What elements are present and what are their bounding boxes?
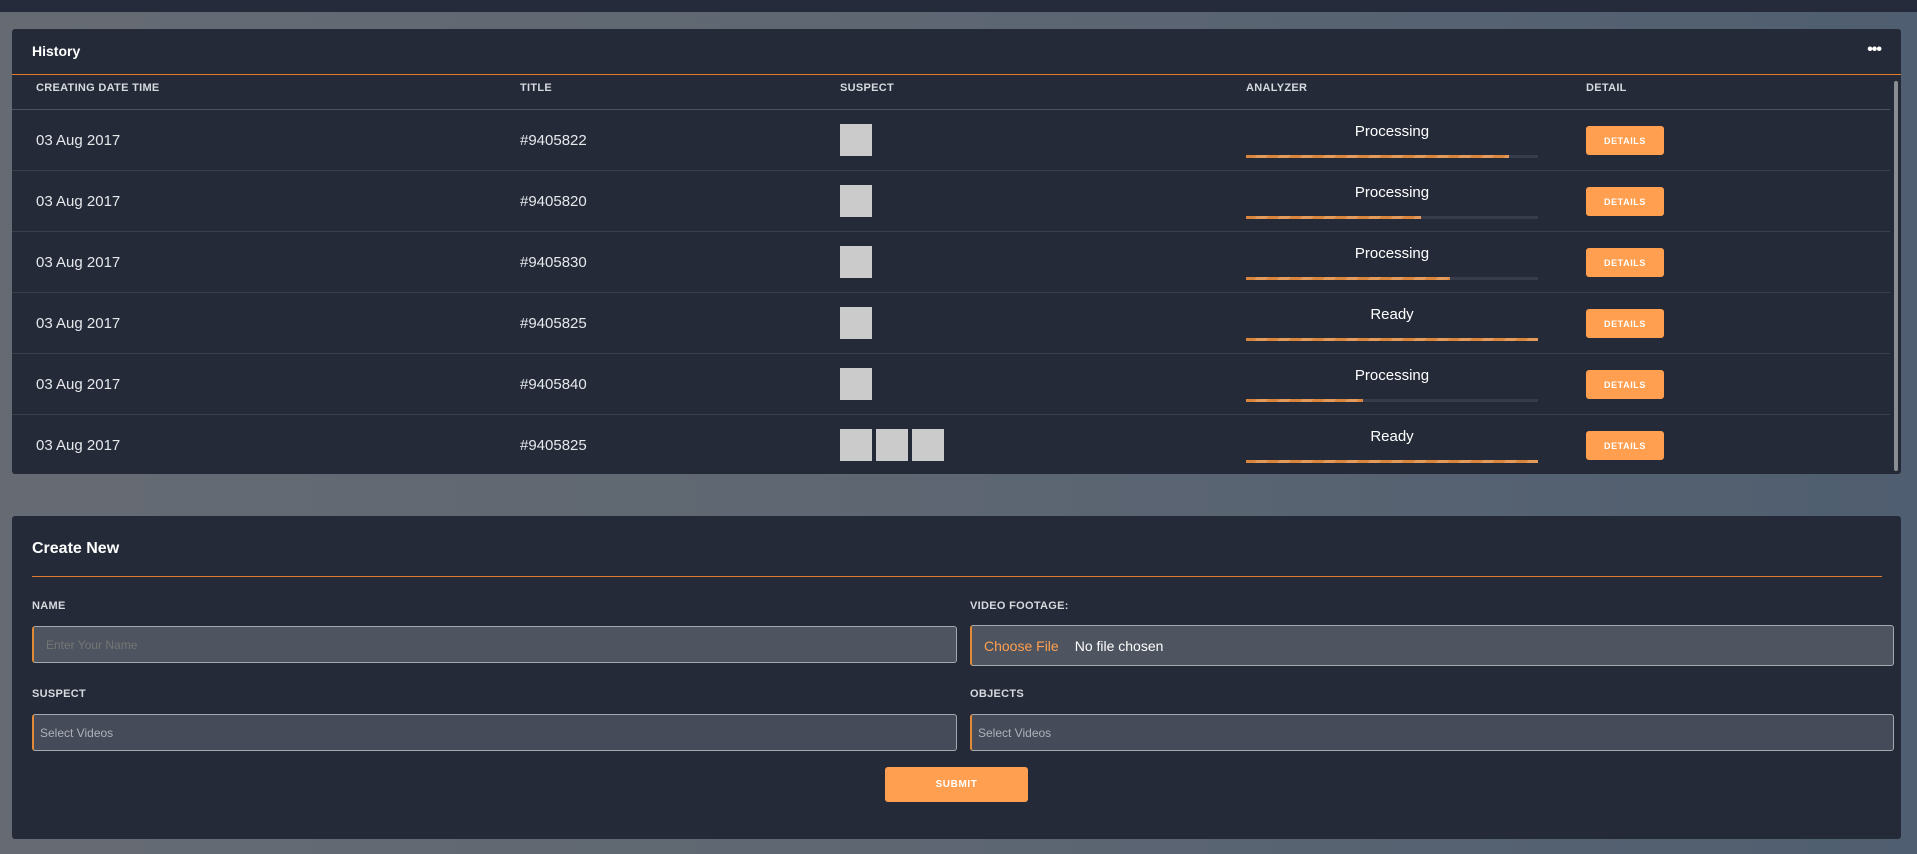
date-cell: 03 Aug 2017: [36, 193, 121, 210]
table-row: 03 Aug 2017 #9405822 Processing DETAILS: [12, 110, 1890, 171]
name-label: NAME: [32, 600, 66, 612]
name-input[interactable]: [32, 626, 957, 663]
choose-file-button[interactable]: Choose File: [984, 638, 1059, 654]
ellipsis-icon[interactable]: •••: [1867, 41, 1882, 59]
suspect-thumbnail[interactable]: [876, 429, 908, 461]
top-bar: [0, 0, 1917, 12]
history-card: History ••• CREATING DATE TIME TITLE SUS…: [12, 29, 1901, 474]
suspect-thumbnails: [840, 124, 872, 156]
suspect-thumbnail[interactable]: [840, 429, 872, 461]
table-row: 03 Aug 2017 #9405830 Processing DETAILS: [12, 232, 1890, 293]
title-cell: #9405840: [520, 376, 587, 393]
suspect-thumbnails: [840, 429, 944, 461]
progress-fill: [1246, 277, 1451, 280]
progress-bar: [1246, 216, 1538, 219]
table-row: 03 Aug 2017 #9405825 Ready DETAILS: [12, 415, 1890, 474]
progress-fill: [1246, 338, 1538, 341]
progress-bar: [1246, 277, 1538, 280]
objects-placeholder: Select Videos: [978, 725, 1052, 740]
progress-bar: [1246, 460, 1538, 463]
details-button[interactable]: DETAILS: [1586, 187, 1664, 216]
file-status: No file chosen: [1074, 637, 1164, 654]
col-suspect: SUSPECT: [840, 82, 895, 94]
suspect-label: SUSPECT: [32, 688, 87, 700]
analyzer-status: Processing: [1354, 123, 1430, 140]
suspect-thumbnail[interactable]: [840, 185, 872, 217]
date-cell: 03 Aug 2017: [36, 254, 121, 271]
progress-fill: [1246, 155, 1509, 158]
progress-fill: [1246, 460, 1538, 463]
suspect-thumbnails: [840, 307, 872, 339]
title-cell: #9405822: [520, 132, 587, 149]
suspect-thumbnail[interactable]: [912, 429, 944, 461]
date-cell: 03 Aug 2017: [36, 132, 121, 149]
create-new-card: Create New NAME VIDEO FOOTAGE: Choose Fi…: [12, 516, 1901, 839]
progress-fill: [1246, 399, 1363, 402]
objects-label: OBJECTS: [970, 688, 1025, 700]
details-button[interactable]: DETAILS: [1586, 431, 1664, 460]
scrollbar[interactable]: [1894, 81, 1898, 471]
objects-select[interactable]: Select Videos: [970, 714, 1894, 751]
suspect-thumbnail[interactable]: [840, 368, 872, 400]
suspect-placeholder: Select Videos: [40, 725, 114, 740]
analyzer-status: Ready: [1370, 428, 1414, 445]
table-row: 03 Aug 2017 #9405825 Ready DETAILS: [12, 293, 1890, 354]
col-date: CREATING DATE TIME: [36, 82, 160, 94]
col-detail: DETAIL: [1586, 82, 1627, 94]
submit-button[interactable]: SUBMIT: [885, 767, 1028, 802]
suspect-thumbnails: [840, 246, 872, 278]
details-button[interactable]: DETAILS: [1586, 370, 1664, 399]
suspect-thumbnails: [840, 368, 872, 400]
history-title: History: [32, 43, 81, 59]
col-analyzer: ANALYZER: [1246, 82, 1308, 94]
analyzer-status: Processing: [1354, 245, 1430, 262]
suspect-thumbnails: [840, 185, 872, 217]
progress-bar: [1246, 338, 1538, 341]
video-file-input[interactable]: Choose File No file chosen: [970, 625, 1894, 666]
analyzer-status: Processing: [1354, 184, 1430, 201]
details-button[interactable]: DETAILS: [1586, 309, 1664, 338]
title-cell: #9405825: [520, 437, 587, 454]
suspect-thumbnail[interactable]: [840, 124, 872, 156]
divider: [32, 576, 1882, 577]
divider: [12, 74, 1901, 75]
title-cell: #9405825: [520, 315, 587, 332]
analyzer-status: Processing: [1354, 367, 1430, 384]
progress-bar: [1246, 155, 1538, 158]
create-title: Create New: [32, 540, 120, 557]
col-title: TITLE: [520, 82, 553, 94]
table-row: 03 Aug 2017 #9405820 Processing DETAILS: [12, 171, 1890, 232]
video-footage-label: VIDEO FOOTAGE:: [970, 600, 1069, 612]
suspect-thumbnail[interactable]: [840, 307, 872, 339]
date-cell: 03 Aug 2017: [36, 376, 121, 393]
suspect-thumbnail[interactable]: [840, 246, 872, 278]
date-cell: 03 Aug 2017: [36, 437, 121, 454]
progress-bar: [1246, 399, 1538, 402]
analyzer-status: Ready: [1370, 306, 1414, 323]
title-cell: #9405830: [520, 254, 587, 271]
title-cell: #9405820: [520, 193, 587, 210]
details-button[interactable]: DETAILS: [1586, 126, 1664, 155]
details-button[interactable]: DETAILS: [1586, 248, 1664, 277]
date-cell: 03 Aug 2017: [36, 315, 121, 332]
table-row: 03 Aug 2017 #9405840 Processing DETAILS: [12, 354, 1890, 415]
progress-fill: [1246, 216, 1422, 219]
suspect-select[interactable]: Select Videos: [32, 714, 957, 751]
